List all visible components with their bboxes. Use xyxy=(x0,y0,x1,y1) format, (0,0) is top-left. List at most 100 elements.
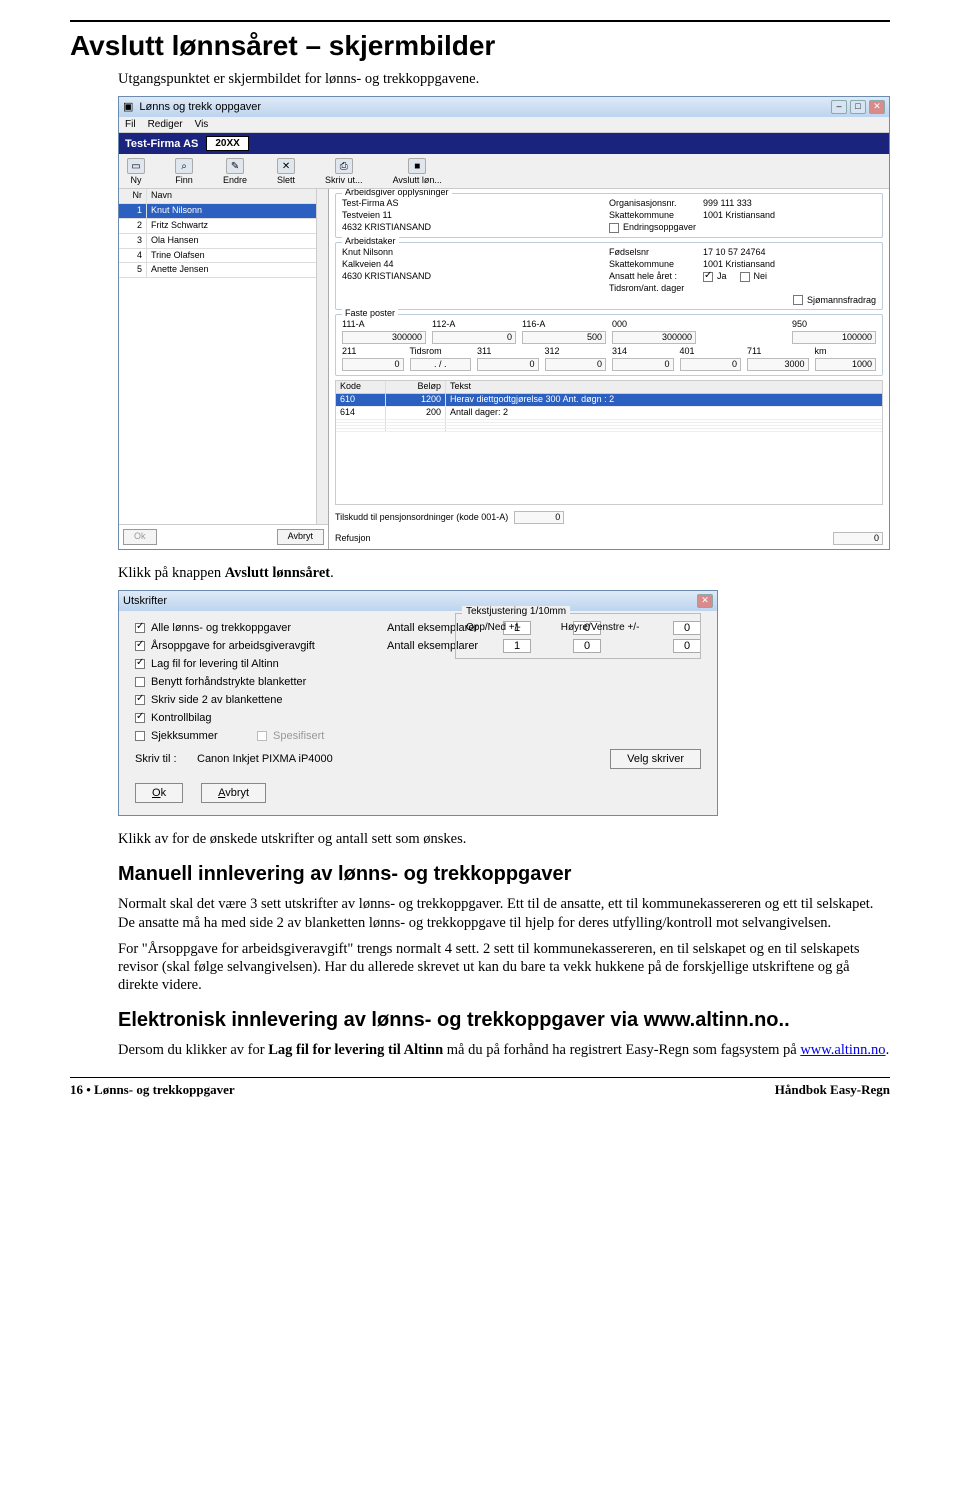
ok-button[interactable]: Ok xyxy=(135,783,183,803)
list-row[interactable]: 4Trine Olafsen xyxy=(119,249,316,264)
chk-spesifisert xyxy=(257,731,267,741)
employer-addr: Testveien 11 xyxy=(342,211,609,221)
chk-forhandstrykte[interactable] xyxy=(135,677,145,687)
ja-checkbox[interactable] xyxy=(703,272,713,282)
employee-post: 4630 KRISTIANSAND xyxy=(342,272,609,282)
heading-manuell: Manuell innlevering av lønns- og trekkop… xyxy=(118,862,890,887)
orgnr-value: 999 111 333 xyxy=(703,199,752,209)
heading-elektronisk: Elektronisk innlevering av lønns- og tre… xyxy=(118,1008,890,1033)
group-arbeidstaker: Arbeidstaker Knut Nilsonn Kalkveien 44 4… xyxy=(335,242,883,311)
tool-slett[interactable]: ✕Slett xyxy=(277,158,295,186)
caption-2: Klikk av for de ønskede utskrifter og an… xyxy=(118,830,890,848)
sjomannsfradrag-checkbox[interactable] xyxy=(793,295,803,305)
fodselsnr-value: 17 10 57 24764 xyxy=(703,248,766,258)
refusjon-input[interactable]: 0 xyxy=(833,532,883,545)
employer-name: Test-Firma AS xyxy=(342,199,609,209)
kode-table: Kode Beløp Tekst 6101200Herav diettgodtg… xyxy=(335,380,883,505)
table-row[interactable]: 614200Antall dager: 2 xyxy=(336,407,882,420)
skattekommune-value: 1001 Kristiansand xyxy=(703,211,775,221)
chk-arsoppgave[interactable] xyxy=(135,641,145,651)
print-icon: ⎙ xyxy=(335,158,353,174)
employee-addr: Kalkveien 44 xyxy=(342,260,609,270)
screenshot-lonn-trekk-window: ▣ Lønns og trekk oppgaver – □ ✕ Fil Redi… xyxy=(118,96,890,550)
menu-fil[interactable]: Fil xyxy=(125,119,136,130)
tool-endre[interactable]: ✎Endre xyxy=(223,158,247,186)
list-row[interactable]: 3Ola Hansen xyxy=(119,234,316,249)
window-titlebar: ▣ Lønns og trekk oppgaver – □ ✕ xyxy=(119,97,889,117)
screenshot-utskrifter-window: Utskrifter ✕ Tekstjustering 1/10mm Opp/N… xyxy=(118,590,718,816)
year-badge: 20XX xyxy=(206,136,248,151)
employee-name: Knut Nilsonn xyxy=(342,248,609,258)
group-arbeidsgiver: Arbeidsgiver opplysninger Test-Firma AS … xyxy=(335,193,883,238)
close-icon[interactable]: ✕ xyxy=(869,100,885,114)
chk-sjekksummer[interactable] xyxy=(135,731,145,741)
group-faste-poster: Faste poster 111-A300000 112-A0 116-A500… xyxy=(335,314,883,376)
faste-input[interactable]: 0 xyxy=(342,358,404,371)
nei-checkbox[interactable] xyxy=(740,272,750,282)
chk-altinn[interactable] xyxy=(135,659,145,669)
tool-avslutt[interactable]: ■Avslutt løn... xyxy=(393,158,442,186)
menubar: Fil Rediger Vis xyxy=(119,117,889,133)
faste-input[interactable]: 0 xyxy=(545,358,607,371)
group-tekstjustering: Tekstjustering 1/10mm Opp/Ned +/- Høyre/… xyxy=(455,613,701,659)
faste-input[interactable]: 3000 xyxy=(747,358,809,371)
faste-input[interactable]: 0 xyxy=(432,331,516,344)
footer-left: 16 • Lønns- og trekkoppgaver xyxy=(70,1082,235,1098)
window-title: Lønns og trekk oppgaver xyxy=(139,101,261,113)
delete-icon: ✕ xyxy=(277,158,295,174)
list-row[interactable]: 1Knut Nilsonn xyxy=(119,204,316,219)
app-icon: ▣ xyxy=(123,101,133,113)
avbryt-button[interactable]: Avbryt xyxy=(201,783,266,803)
window-title: Utskrifter xyxy=(123,595,167,607)
chk-side2[interactable] xyxy=(135,695,145,705)
faste-input[interactable]: 300000 xyxy=(612,331,696,344)
chk-alle-lonn[interactable] xyxy=(135,623,145,633)
stop-icon: ■ xyxy=(408,158,426,174)
faste-input[interactable]: 500 xyxy=(522,331,606,344)
employer-post: 4632 KRISTIANSAND xyxy=(342,223,609,233)
tilskudd-input[interactable]: 0 xyxy=(514,511,564,524)
minimize-icon[interactable]: – xyxy=(831,100,847,114)
chk-kontrollbilag[interactable] xyxy=(135,713,145,723)
avbryt-button[interactable]: Avbryt xyxy=(277,529,324,545)
scrollbar[interactable] xyxy=(316,189,328,524)
altinn-link[interactable]: www.altinn.no xyxy=(800,1042,885,1058)
para-manuell-1: Normalt skal det være 3 sett utskrifter … xyxy=(118,895,890,931)
table-row[interactable] xyxy=(336,429,882,432)
ok-button[interactable]: Ok xyxy=(123,529,157,545)
refusjon-label: Refusjon xyxy=(335,534,371,544)
faste-input[interactable]: . / . xyxy=(410,358,472,371)
list-row[interactable]: 5Anette Jensen xyxy=(119,263,316,278)
toolbar: ▭Ny ⌕Finn ✎Endre ✕Slett ⎙Skriv ut... ■Av… xyxy=(119,154,889,189)
document-icon: ▭ xyxy=(127,158,145,174)
faste-input[interactable]: 0 xyxy=(612,358,674,371)
find-icon: ⌕ xyxy=(175,158,193,174)
page-footer: 16 • Lønns- og trekkoppgaver Håndbok Eas… xyxy=(70,1077,890,1098)
menu-rediger[interactable]: Rediger xyxy=(148,119,183,130)
faste-input[interactable]: 0 xyxy=(680,358,742,371)
faste-input[interactable]: 0 xyxy=(477,358,539,371)
faste-input[interactable]: 300000 xyxy=(342,331,426,344)
intro-text: Utgangspunktet er skjermbildet for lønns… xyxy=(118,70,890,88)
faste-input[interactable]: 1000 xyxy=(815,358,877,371)
company-name: Test-Firma AS xyxy=(125,138,198,150)
tool-finn[interactable]: ⌕Finn xyxy=(175,158,193,186)
list-row[interactable]: 2Fritz Schwartz xyxy=(119,219,316,234)
edit-icon: ✎ xyxy=(226,158,244,174)
para-manuell-2: For "Årsoppgave for arbeidsgiveravgift" … xyxy=(118,940,890,994)
faste-input[interactable]: 100000 xyxy=(792,331,876,344)
window-titlebar: Utskrifter ✕ xyxy=(119,591,717,611)
menu-vis[interactable]: Vis xyxy=(195,119,209,130)
tool-ny[interactable]: ▭Ny xyxy=(127,158,145,186)
velg-skriver-button[interactable]: Velg skriver xyxy=(610,749,701,769)
maximize-icon[interactable]: □ xyxy=(850,100,866,114)
tool-skriv[interactable]: ⎙Skriv ut... xyxy=(325,158,363,186)
skriv-til-label: Skriv til : xyxy=(135,753,187,765)
printer-name: Canon Inkjet PIXMA iP4000 xyxy=(197,753,333,765)
close-icon[interactable]: ✕ xyxy=(697,594,713,608)
tilskudd-label: Tilskudd til pensjonsordninger (kode 001… xyxy=(335,513,508,523)
endringsoppgaver-checkbox[interactable] xyxy=(609,223,619,233)
table-row[interactable]: 6101200Herav diettgodtgjørelse 300 Ant. … xyxy=(336,394,882,407)
caption-1: Klikk på knappen Avslutt lønnsåret. xyxy=(118,564,890,582)
para-elektronisk: Dersom du klikker av for Lag fil for lev… xyxy=(118,1041,890,1059)
